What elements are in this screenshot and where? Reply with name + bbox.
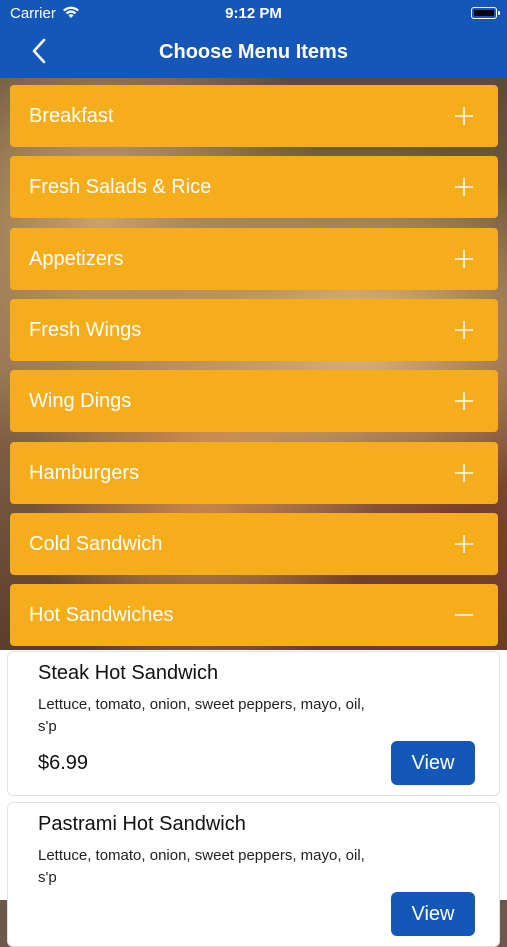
status-bar: Carrier 9:12 PM (0, 0, 507, 26)
category-row[interactable]: Hamburgers (10, 441, 498, 504)
category-label: Fresh Salads & Rice (29, 176, 212, 199)
menu-item-card[interactable]: Pastrami Hot Sandwich Lettuce, tomato, o… (7, 802, 500, 947)
menu-item-price: $6.99 (38, 752, 89, 774)
plus-icon[interactable] (454, 463, 474, 483)
page-title: Choose Menu Items (159, 41, 348, 63)
battery-icon (471, 7, 500, 19)
category-label: Cold Sandwich (29, 532, 163, 555)
category-row[interactable]: Breakfast (10, 85, 498, 147)
category-row[interactable]: Wing Dings (10, 370, 498, 433)
category-label: Hamburgers (29, 461, 140, 484)
plus-icon[interactable] (454, 249, 474, 269)
plus-icon[interactable] (454, 177, 474, 197)
view-button[interactable]: View (391, 741, 475, 785)
category-label: Hot Sandwiches (29, 604, 174, 627)
minus-icon[interactable] (454, 605, 474, 625)
menu-item-description: Lettuce, tomato, onion, sweet peppers, m… (38, 847, 365, 886)
category-row[interactable]: Cold Sandwich (10, 512, 498, 575)
plus-icon[interactable] (454, 106, 474, 126)
category-row[interactable]: Hot Sandwiches (10, 584, 498, 647)
menu-item-name: Pastrami Hot Sandwich (38, 813, 246, 835)
plus-icon[interactable] (454, 320, 474, 340)
menu-item-description: Lettuce, tomato, onion, sweet peppers, m… (38, 696, 365, 735)
nav-bar: Choose Menu Items (0, 26, 507, 78)
category-row[interactable]: Fresh Wings (10, 298, 498, 361)
category-row[interactable]: Appetizers (10, 227, 498, 290)
menu-item-name: Steak Hot Sandwich (38, 662, 219, 684)
category-label: Breakfast (29, 105, 114, 127)
view-button[interactable]: View (391, 892, 475, 936)
menu-item-card[interactable]: Steak Hot Sandwich Lettuce, tomato, onio… (7, 651, 500, 796)
category-label: Appetizers (29, 247, 124, 270)
category-label: Wing Dings (29, 390, 132, 413)
menu-items-list: Steak Hot Sandwich Lettuce, tomato, onio… (0, 650, 507, 947)
plus-icon[interactable] (454, 391, 474, 411)
status-time: 9:12 PM (225, 5, 282, 22)
category-label: Fresh Wings (29, 318, 142, 341)
plus-icon[interactable] (454, 534, 474, 554)
category-row[interactable]: Fresh Salads & Rice (10, 156, 498, 219)
